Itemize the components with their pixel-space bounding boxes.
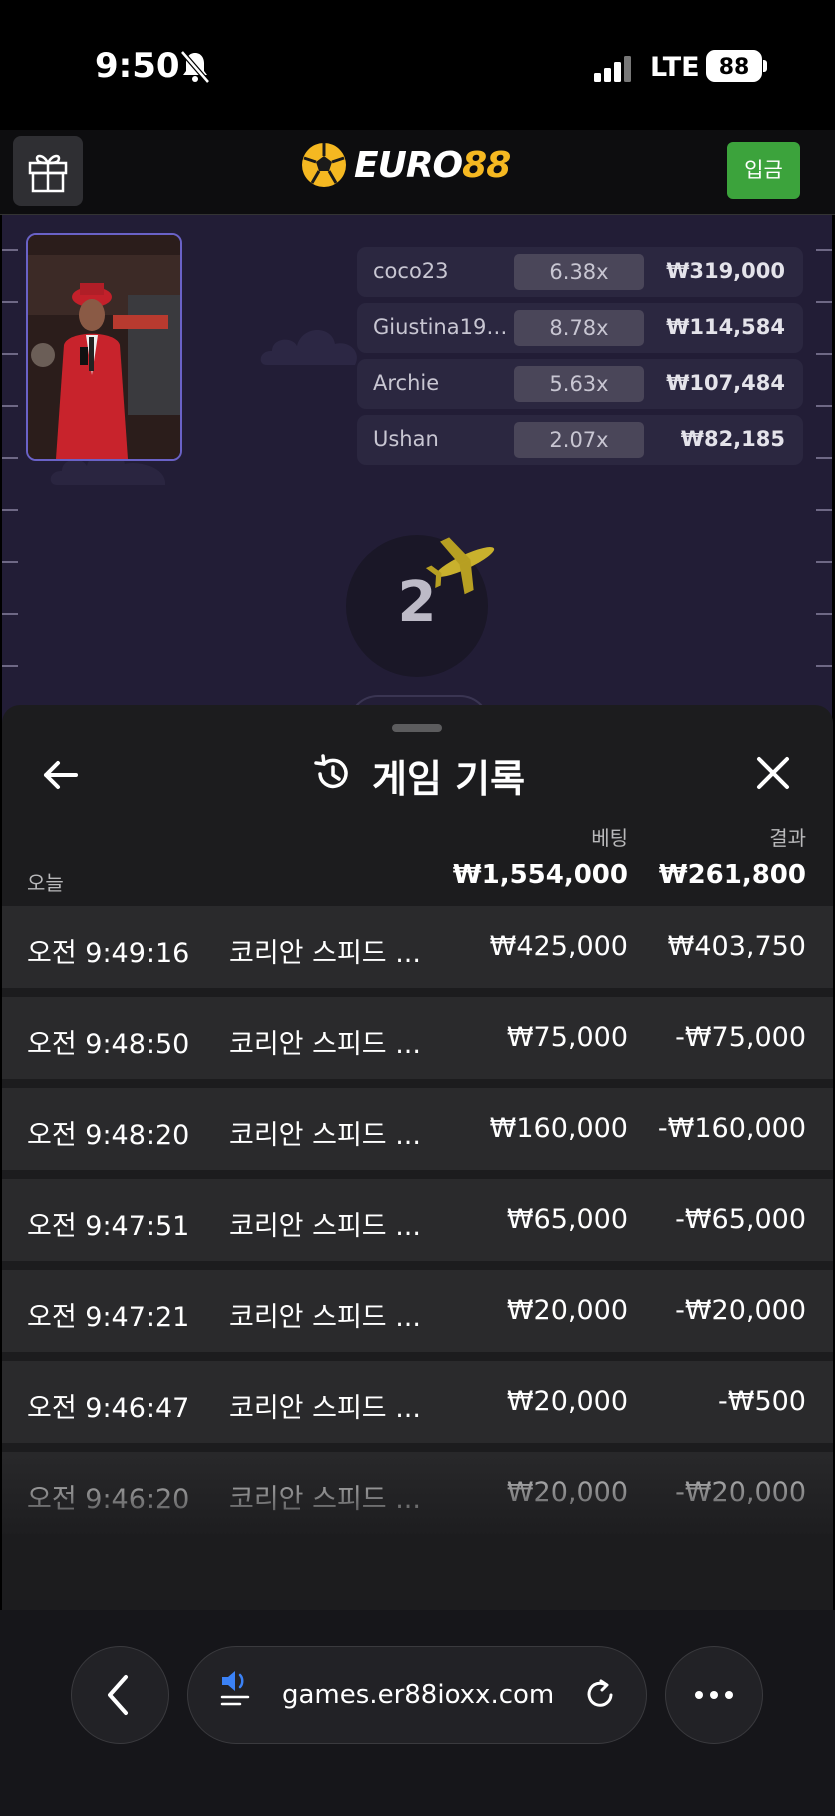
presenter-image <box>28 235 180 459</box>
row-bet: ₩20,000 <box>506 1295 628 1326</box>
euro88-logo[interactable]: EURO88 <box>300 140 511 190</box>
signal-icon <box>594 56 631 82</box>
sheet-title: 게임 기록 <box>372 757 526 801</box>
result-column-header: 결과 <box>769 826 806 850</box>
network-type: LTE <box>650 52 700 83</box>
row-time: 오전 9:48:50 <box>27 1029 190 1060</box>
row-result: -₩160,000 <box>657 1113 806 1144</box>
battery-tip <box>763 60 767 72</box>
bet-multiplier: 8.78x <box>514 310 644 346</box>
logo-word: EURO <box>354 144 463 186</box>
row-game: 코리안 스피드 ... <box>229 1120 421 1151</box>
row-game: 코리안 스피드 ... <box>229 1211 421 1242</box>
url-text: games.er88ioxx.com <box>282 1680 555 1710</box>
bet-player-name: Archie <box>373 371 440 395</box>
browser-back-button[interactable] <box>71 1646 169 1744</box>
row-game: 코리안 스피드 ... <box>229 1302 421 1333</box>
bet-multiplier: 5.63x <box>514 366 644 402</box>
row-bet: ₩65,000 <box>506 1204 628 1235</box>
gift-icon <box>28 154 68 193</box>
row-bet: ₩425,000 <box>489 931 628 962</box>
row-game: 코리안 스피드 ... <box>229 1393 421 1424</box>
bet-multiplier: 6.38x <box>514 254 644 290</box>
row-result: -₩20,000 <box>675 1295 806 1326</box>
bet-amount: ₩319,000 <box>666 259 785 283</box>
history-row[interactable]: 오전 9:47:21 코리안 스피드 ... ₩20,000 -₩20,000 <box>2 1270 833 1352</box>
status-time: 9:50 <box>95 46 180 86</box>
history-row[interactable]: 오전 9:47:51 코리안 스피드 ... ₩65,000 -₩65,000 <box>2 1179 833 1261</box>
close-icon[interactable] <box>755 755 791 791</box>
row-result: -₩500 <box>718 1386 806 1417</box>
history-row[interactable]: 오전 9:46:20 코리안 스피드 ... ₩20,000 -₩20,000 <box>2 1452 833 1534</box>
sound-reader-icon[interactable] <box>218 1667 254 1707</box>
bet-player-name: coco23 <box>373 259 449 283</box>
date-group-label: 오늘 <box>27 871 64 895</box>
sheet-drag-handle[interactable] <box>392 724 442 732</box>
row-game: 코리안 스피드 ... <box>229 1029 421 1060</box>
history-row[interactable]: 오전 9:48:50 코리안 스피드 ... ₩75,000 -₩75,000 <box>2 997 833 1079</box>
total-bet: ₩1,554,000 <box>452 860 628 890</box>
live-bet-row: coco23 6.38x ₩319,000 <box>357 247 803 297</box>
cloud-icon <box>260 329 357 365</box>
row-result: ₩403,750 <box>667 931 806 962</box>
live-bet-row: Giustina19… 8.78x ₩114,584 <box>357 303 803 353</box>
history-row[interactable]: 오전 9:48:20 코리안 스피드 ... ₩160,000 -₩160,00… <box>2 1088 833 1170</box>
row-time: 오전 9:46:47 <box>27 1393 190 1424</box>
bet-player-name: Ushan <box>373 427 439 451</box>
bell-muted-icon <box>180 50 210 84</box>
more-dots-icon <box>695 1691 733 1699</box>
battery-indicator: 88 <box>706 50 762 82</box>
deposit-button[interactable]: 입금 <box>727 142 800 199</box>
row-time: 오전 9:47:21 <box>27 1302 190 1333</box>
total-result: ₩261,800 <box>658 860 806 890</box>
back-arrow-icon[interactable] <box>40 755 80 795</box>
bet-amount: ₩114,584 <box>666 315 785 339</box>
row-game: 코리안 스피드 ... <box>229 1484 421 1515</box>
live-bet-row: Ushan 2.07x ₩82,185 <box>357 415 803 465</box>
airplane-icon <box>425 537 495 595</box>
more-options-button[interactable] <box>665 1646 763 1744</box>
bet-multiplier: 2.07x <box>514 422 644 458</box>
row-time: 오전 9:48:20 <box>27 1120 190 1151</box>
reload-icon[interactable] <box>584 1678 618 1712</box>
history-icon <box>314 754 348 789</box>
bet-player-name: Giustina19… <box>373 315 508 339</box>
gift-button[interactable] <box>13 136 83 206</box>
chevron-left-icon <box>108 1675 128 1715</box>
row-result: -₩65,000 <box>675 1204 806 1235</box>
row-bet: ₩160,000 <box>489 1113 628 1144</box>
row-bet: ₩75,000 <box>506 1022 628 1053</box>
bet-amount: ₩107,484 <box>666 371 785 395</box>
logo-number: 88 <box>462 144 511 186</box>
soccer-ball-icon <box>302 143 346 187</box>
row-result: -₩20,000 <box>675 1477 806 1508</box>
live-bet-row: Archie 5.63x ₩107,484 <box>357 359 803 409</box>
presenter-video[interactable] <box>26 233 182 461</box>
row-bet: ₩20,000 <box>506 1386 628 1417</box>
row-time: 오전 9:49:16 <box>27 938 190 969</box>
bet-column-header: 베팅 <box>591 826 628 850</box>
row-time: 오전 9:46:20 <box>27 1484 190 1515</box>
bet-amount: ₩82,185 <box>680 427 785 451</box>
row-result: -₩75,000 <box>675 1022 806 1053</box>
row-bet: ₩20,000 <box>506 1477 628 1508</box>
history-row[interactable]: 오전 9:46:47 코리안 스피드 ... ₩20,000 -₩500 <box>2 1361 833 1443</box>
row-time: 오전 9:47:51 <box>27 1211 190 1242</box>
row-game: 코리안 스피드 ... <box>229 938 421 969</box>
history-row[interactable]: 오전 9:49:16 코리안 스피드 ... ₩425,000 ₩403,750 <box>2 906 833 988</box>
